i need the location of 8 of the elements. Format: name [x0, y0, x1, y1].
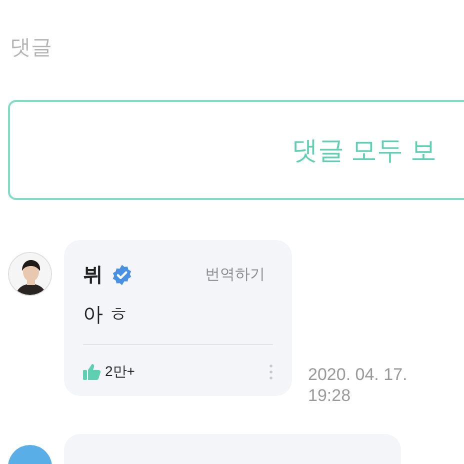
comment-text: 아 ㅎ	[83, 303, 130, 328]
like-button[interactable]: 2만+	[83, 361, 135, 382]
comment-date: 2020. 04. 17. 19:28	[308, 364, 408, 406]
avatar[interactable]	[8, 252, 52, 296]
more-icon[interactable]	[269, 362, 273, 380]
author-name[interactable]: 뷔	[83, 260, 103, 290]
section-title: 댓글	[9, 35, 53, 61]
thumbs-up-icon	[83, 363, 101, 380]
